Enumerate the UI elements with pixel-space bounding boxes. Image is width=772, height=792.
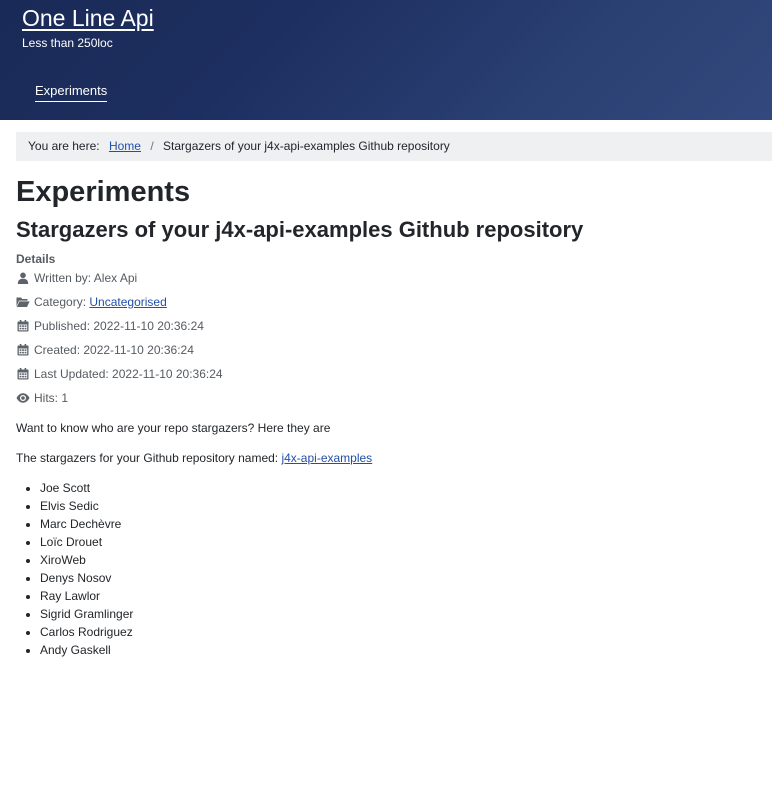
intro-text: Want to know who are your repo stargazer… [16, 421, 331, 435]
list-item: XiroWeb [40, 552, 133, 570]
detail-category: Category: Uncategorised [16, 294, 167, 310]
detail-hits-text: Hits: 1 [34, 391, 69, 405]
list-item: Andy Gaskell [40, 642, 133, 660]
stargazer-list: Joe Scott Elvis Sedic Marc Dechèvre Loïc… [40, 480, 133, 660]
site-name-link[interactable]: One Line Api [22, 4, 154, 32]
list-item: Ray Lawlor [40, 588, 133, 606]
calendar-icon [16, 367, 30, 381]
detail-category-prefix: Category: [34, 295, 87, 309]
site-header: One Line Api Less than 250loc Experiment… [0, 0, 772, 120]
list-item: Joe Scott [40, 480, 133, 498]
user-icon [16, 271, 30, 285]
detail-author: Written by: Alex Api [16, 270, 137, 286]
detail-published-text: Published: 2022-11-10 20:36:24 [34, 319, 204, 333]
breadcrumb: You are here: Home / Stargazers of your … [16, 132, 772, 161]
repo-prefix: The stargazers for your Github repositor… [16, 451, 279, 465]
list-item: Denys Nosov [40, 570, 133, 588]
detail-hits: Hits: 1 [16, 390, 68, 406]
site-tagline: Less than 250loc [22, 36, 113, 50]
list-item: Carlos Rodriguez [40, 624, 133, 642]
detail-updated-text: Last Updated: 2022-11-10 20:36:24 [34, 367, 223, 381]
detail-created-text: Created: 2022-11-10 20:36:24 [34, 343, 194, 357]
detail-published: Published: 2022-11-10 20:36:24 [16, 318, 204, 334]
calendar-icon [16, 319, 30, 333]
list-item: Loïc Drouet [40, 534, 133, 552]
repo-link[interactable]: j4x-api-examples [281, 451, 372, 465]
folder-open-icon [16, 295, 30, 309]
detail-author-text: Written by: Alex Api [34, 271, 138, 285]
calendar-icon [16, 343, 30, 357]
detail-updated: Last Updated: 2022-11-10 20:36:24 [16, 366, 223, 382]
eye-icon [16, 391, 30, 405]
page-heading: Experiments [16, 176, 191, 208]
details-label: Details [16, 252, 56, 266]
list-item: Marc Dechèvre [40, 516, 133, 534]
breadcrumb-home-link[interactable]: Home [109, 139, 141, 153]
article-title: Stargazers of your j4x-api-examples Gith… [16, 217, 584, 242]
list-item: Elvis Sedic [40, 498, 133, 516]
breadcrumb-prefix: You are here: [28, 139, 100, 153]
detail-created: Created: 2022-11-10 20:36:24 [16, 342, 194, 358]
repo-line: The stargazers for your Github repositor… [16, 450, 372, 466]
breadcrumb-current: Stargazers of your j4x-api-examples Gith… [163, 139, 450, 153]
breadcrumb-separator: / [150, 139, 154, 153]
category-link[interactable]: Uncategorised [89, 294, 166, 310]
nav-item-experiments[interactable]: Experiments [35, 83, 108, 102]
list-item: Sigrid Gramlinger [40, 606, 133, 624]
